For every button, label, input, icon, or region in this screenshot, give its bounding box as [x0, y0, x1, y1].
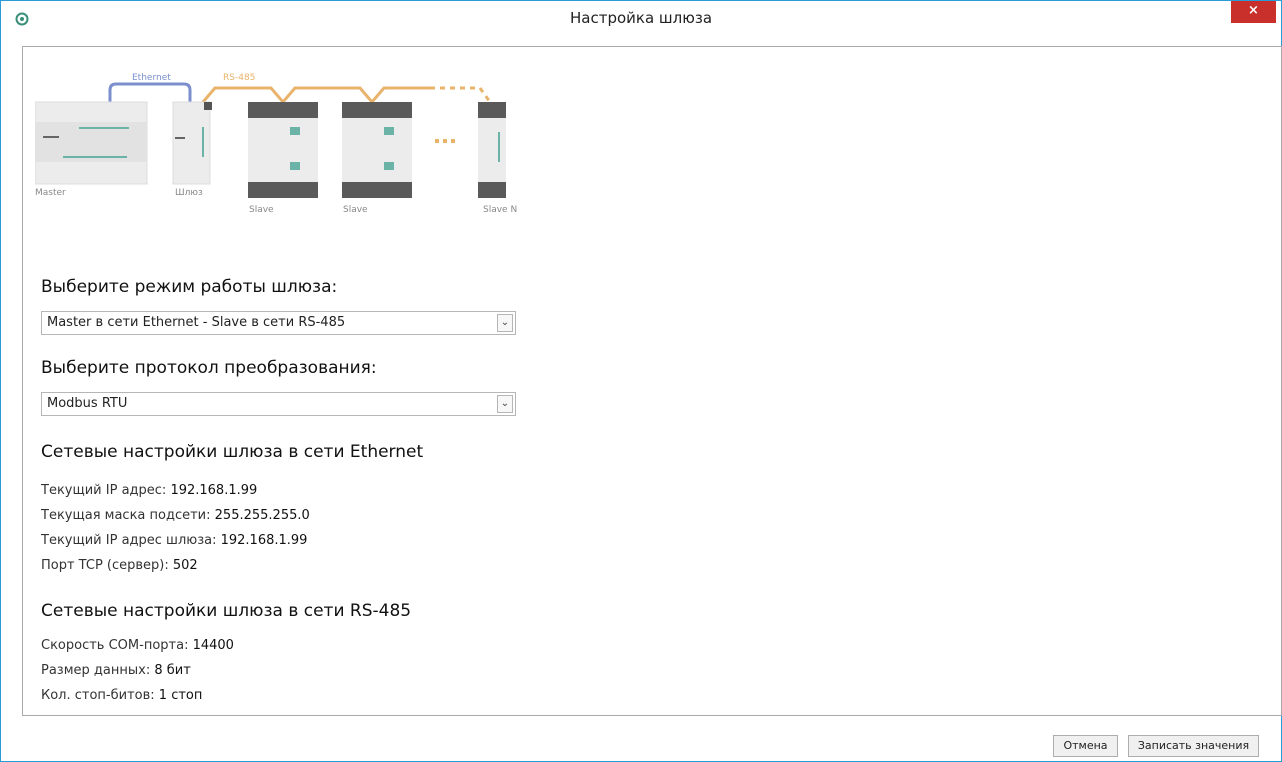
chevron-down-icon[interactable]: ⌄: [497, 314, 513, 332]
mode-heading: Выберите режим работы шлюза:: [41, 277, 338, 297]
rs485-speed-row: Скорость COM-порта: 14400: [41, 638, 234, 653]
setting-value: 14400: [192, 638, 234, 653]
gateway-settings-window: Настройка шлюза × Ethernet RS-485 Master…: [0, 0, 1282, 762]
setting-label: Текущая маска подсети:: [41, 508, 211, 523]
ethernet-mask-row: Текущая маска подсети: 255.255.255.0: [41, 508, 310, 523]
ethernet-gateway-row: Текущий IP адрес шлюза: 192.168.1.99: [41, 533, 307, 548]
protocol-heading: Выберите протокол преобразования:: [41, 358, 377, 378]
setting-label: Порт TCP (сервер):: [41, 558, 169, 573]
ethernet-port-row: Порт TCP (сервер): 502: [41, 558, 198, 573]
ethernet-ip-row: Текущий IP адрес: 192.168.1.99: [41, 483, 257, 498]
topology-illustration: [34, 82, 506, 198]
mode-selected-value: Master в сети Ethernet - Slave в сети RS…: [47, 315, 346, 330]
chevron-down-icon[interactable]: ⌄: [497, 395, 513, 413]
ethernet-heading: Сетевые настройки шлюза в сети Ethernet: [41, 442, 424, 462]
setting-value: 192.168.1.99: [220, 533, 308, 548]
gateway-label: Шлюз: [175, 188, 203, 198]
setting-value: 8 бит: [154, 663, 191, 678]
settings-panel: Ethernet RS-485 Master Шлюз Slave Slave …: [22, 46, 1282, 716]
rs485-heading: Сетевые настройки шлюза в сети RS-485: [41, 601, 412, 621]
slave2-label: Slave: [343, 205, 368, 215]
ethernet-label: Ethernet: [132, 73, 171, 83]
setting-value: 502: [172, 558, 198, 573]
rs485-stopbits-row: Кол. стоп-битов: 1 стоп: [41, 688, 202, 703]
setting-label: Текущий IP адрес:: [41, 483, 167, 498]
setting-value: 1 стоп: [158, 688, 203, 703]
master-label: Master: [35, 188, 66, 198]
topology-diagram: Ethernet RS-485 Master Шлюз Slave Slave …: [34, 72, 525, 232]
setting-label: Размер данных:: [41, 663, 151, 678]
cancel-button[interactable]: Отмена: [1053, 735, 1118, 757]
slave1-label: Slave: [249, 205, 274, 215]
protocol-selected-value: Modbus RTU: [47, 396, 128, 411]
setting-label: Кол. стоп-битов:: [41, 688, 155, 703]
rs485-label: RS-485: [223, 73, 256, 83]
slaveN-label: Slave N: [483, 205, 518, 215]
write-values-button[interactable]: Записать значения: [1128, 735, 1259, 757]
setting-value: 192.168.1.99: [170, 483, 258, 498]
setting-value: 255.255.255.0: [214, 508, 310, 523]
title-bar: Настройка шлюза ×: [1, 1, 1281, 35]
protocol-select[interactable]: Modbus RTU ⌄: [41, 392, 516, 416]
rs485-databits-row: Размер данных: 8 бит: [41, 663, 191, 678]
window-title: Настройка шлюза: [569, 9, 713, 27]
setting-label: Текущий IP адрес шлюза:: [41, 533, 217, 548]
setting-label: Скорость COM-порта:: [41, 638, 189, 653]
mode-select[interactable]: Master в сети Ethernet - Slave в сети RS…: [41, 311, 516, 335]
close-button[interactable]: ×: [1231, 1, 1276, 23]
